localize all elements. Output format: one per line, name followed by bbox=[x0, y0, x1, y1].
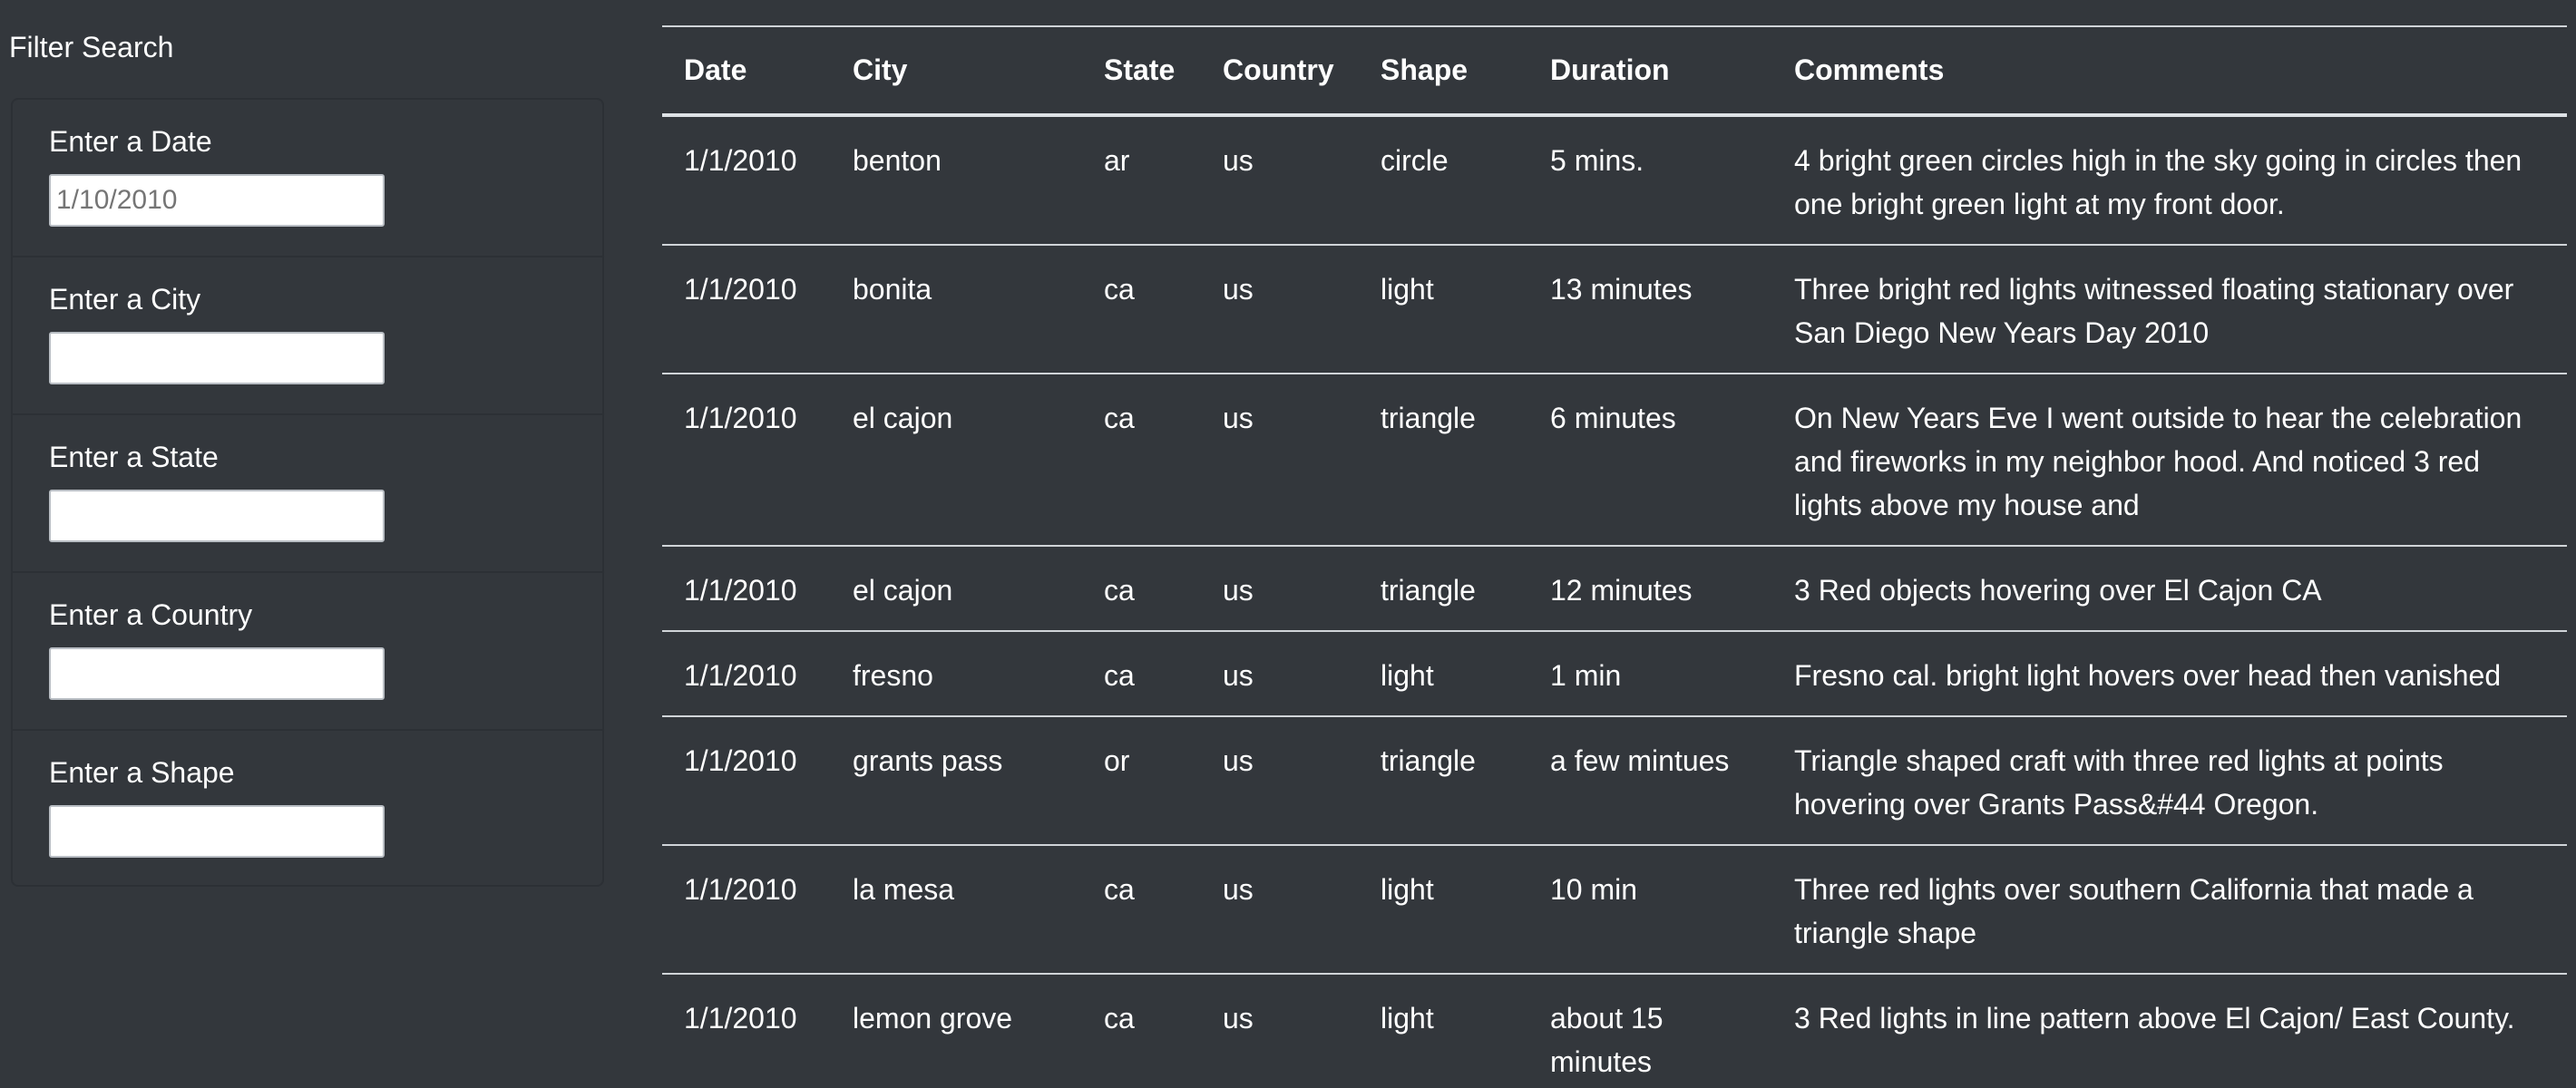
cell-state: ca bbox=[1082, 974, 1201, 1088]
page: Filter Search Enter a Date Enter a City … bbox=[0, 0, 2576, 1088]
cell-date: 1/1/2010 bbox=[662, 245, 831, 374]
cell-city: la mesa bbox=[831, 845, 1082, 975]
filter-item-shape: Enter a Shape bbox=[13, 731, 602, 885]
cell-state: ca bbox=[1082, 845, 1201, 975]
cell-shape: triangle bbox=[1359, 546, 1528, 632]
table-row: 1/1/2010 el cajon ca us triangle 12 minu… bbox=[662, 546, 2567, 632]
cell-city: grants pass bbox=[831, 716, 1082, 846]
cell-country: us bbox=[1201, 245, 1359, 374]
table-row: 1/1/2010 benton ar us circle 5 mins. 4 b… bbox=[662, 115, 2567, 246]
cell-duration: 5 mins. bbox=[1528, 115, 1772, 246]
cell-city: benton bbox=[831, 115, 1082, 246]
cell-shape: light bbox=[1359, 845, 1528, 975]
filter-item-date: Enter a Date bbox=[13, 100, 602, 257]
header-state: State bbox=[1082, 25, 1201, 117]
cell-duration: 1 min bbox=[1528, 631, 1772, 717]
cell-state: ar bbox=[1082, 115, 1201, 246]
header-country: Country bbox=[1201, 25, 1359, 117]
cell-country: us bbox=[1201, 716, 1359, 846]
state-input[interactable] bbox=[49, 490, 385, 542]
table-row: 1/1/2010 el cajon ca us triangle 6 minut… bbox=[662, 374, 2567, 547]
cell-country: us bbox=[1201, 974, 1359, 1088]
date-label: Enter a Date bbox=[49, 125, 212, 158]
table-row: 1/1/2010 lemon grove ca us light about 1… bbox=[662, 974, 2567, 1088]
cell-duration: a few mintues bbox=[1528, 716, 1772, 846]
cell-date: 1/1/2010 bbox=[662, 716, 831, 846]
cell-date: 1/1/2010 bbox=[662, 631, 831, 717]
ufo-sightings-table: Date City State Country Shape Duration C… bbox=[662, 25, 2567, 1088]
cell-city: el cajon bbox=[831, 374, 1082, 547]
cell-comments: 3 Red lights in line pattern above El Ca… bbox=[1772, 974, 2567, 1088]
cell-comments: Triangle shaped craft with three red lig… bbox=[1772, 716, 2567, 846]
cell-shape: light bbox=[1359, 631, 1528, 717]
filter-title: Filter Search bbox=[9, 31, 174, 63]
cell-shape: triangle bbox=[1359, 374, 1528, 547]
cell-country: us bbox=[1201, 115, 1359, 246]
header-duration: Duration bbox=[1528, 25, 1772, 117]
state-label: Enter a State bbox=[49, 441, 219, 473]
cell-comments: 4 bright green circles high in the sky g… bbox=[1772, 115, 2567, 246]
filter-item-country: Enter a Country bbox=[13, 573, 602, 731]
shape-label: Enter a Shape bbox=[49, 756, 235, 789]
cell-city: el cajon bbox=[831, 546, 1082, 632]
cell-state: ca bbox=[1082, 631, 1201, 717]
cell-city: fresno bbox=[831, 631, 1082, 717]
filter-item-state: Enter a State bbox=[13, 415, 602, 573]
cell-duration: 12 minutes bbox=[1528, 546, 1772, 632]
cell-city: lemon grove bbox=[831, 974, 1082, 1088]
cell-duration: about 15 minutes bbox=[1528, 974, 1772, 1088]
header-row: Date City State Country Shape Duration C… bbox=[662, 25, 2567, 117]
filter-panel: Enter a Date Enter a City Enter a State … bbox=[11, 98, 604, 887]
cell-comments: Fresno cal. bright light hovers over hea… bbox=[1772, 631, 2567, 717]
filter-item-city: Enter a City bbox=[13, 257, 602, 415]
cell-state: or bbox=[1082, 716, 1201, 846]
cell-date: 1/1/2010 bbox=[662, 546, 831, 632]
cell-state: ca bbox=[1082, 546, 1201, 632]
cell-state: ca bbox=[1082, 374, 1201, 547]
table-body: 1/1/2010 benton ar us circle 5 mins. 4 b… bbox=[662, 115, 2567, 1088]
cell-country: us bbox=[1201, 845, 1359, 975]
cell-comments: Three red lights over southern Californi… bbox=[1772, 845, 2567, 975]
city-label: Enter a City bbox=[49, 283, 201, 316]
header-date: Date bbox=[662, 25, 831, 117]
cell-date: 1/1/2010 bbox=[662, 974, 831, 1088]
cell-state: ca bbox=[1082, 245, 1201, 374]
city-input[interactable] bbox=[49, 332, 385, 384]
table-row: 1/1/2010 grants pass or us triangle a fe… bbox=[662, 716, 2567, 846]
header-comments: Comments bbox=[1772, 25, 2567, 117]
cell-duration: 6 minutes bbox=[1528, 374, 1772, 547]
cell-date: 1/1/2010 bbox=[662, 845, 831, 975]
cell-shape: light bbox=[1359, 974, 1528, 1088]
table-row: 1/1/2010 la mesa ca us light 10 min Thre… bbox=[662, 845, 2567, 975]
cell-country: us bbox=[1201, 631, 1359, 717]
cell-shape: triangle bbox=[1359, 716, 1528, 846]
date-input[interactable] bbox=[49, 174, 385, 227]
country-label: Enter a Country bbox=[49, 598, 253, 631]
cell-duration: 13 minutes bbox=[1528, 245, 1772, 374]
cell-shape: circle bbox=[1359, 115, 1528, 246]
header-city: City bbox=[831, 25, 1082, 117]
shape-input[interactable] bbox=[49, 805, 385, 858]
cell-date: 1/1/2010 bbox=[662, 115, 831, 246]
table-container: Date City State Country Shape Duration C… bbox=[662, 25, 2567, 1088]
cell-comments: 3 Red objects hovering over El Cajon CA bbox=[1772, 546, 2567, 632]
cell-country: us bbox=[1201, 546, 1359, 632]
cell-city: bonita bbox=[831, 245, 1082, 374]
cell-date: 1/1/2010 bbox=[662, 374, 831, 547]
cell-comments: On New Years Eve I went outside to hear … bbox=[1772, 374, 2567, 547]
cell-duration: 10 min bbox=[1528, 845, 1772, 975]
cell-country: us bbox=[1201, 374, 1359, 547]
cell-shape: light bbox=[1359, 245, 1528, 374]
table-row: 1/1/2010 bonita ca us light 13 minutes T… bbox=[662, 245, 2567, 374]
table-row: 1/1/2010 fresno ca us light 1 min Fresno… bbox=[662, 631, 2567, 717]
cell-comments: Three bright red lights witnessed floati… bbox=[1772, 245, 2567, 374]
table-header: Date City State Country Shape Duration C… bbox=[662, 25, 2567, 117]
country-input[interactable] bbox=[49, 647, 385, 700]
header-shape: Shape bbox=[1359, 25, 1528, 117]
